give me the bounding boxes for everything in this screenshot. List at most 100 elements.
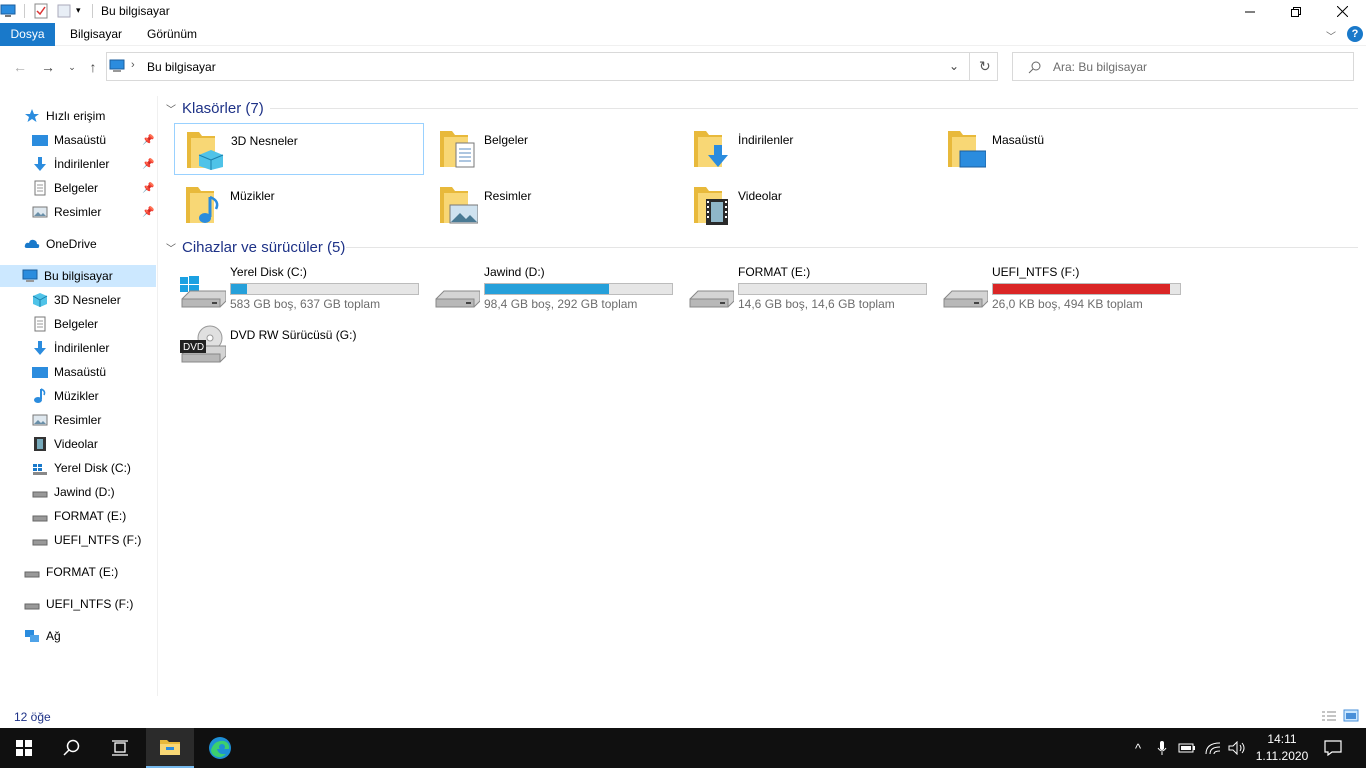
film-icon	[34, 437, 46, 451]
drive-usage-bar	[992, 283, 1181, 295]
group-header-folders[interactable]: ﹀ Klasörler (7)	[166, 98, 264, 118]
folder-downloads[interactable]: İndirilenler	[682, 123, 932, 175]
tab-bilgisayar[interactable]: Bilgisayar	[58, 23, 134, 46]
chevron-down-icon: ﹀	[166, 243, 176, 255]
status-bar: 12 öğe	[0, 706, 1366, 728]
title-bar: ▾ Bu bilgisayar	[0, 0, 1366, 23]
help-icon[interactable]: ?	[1347, 26, 1363, 42]
microphone-icon[interactable]	[1152, 728, 1172, 768]
close-icon	[1336, 6, 1348, 17]
taskbar-clock[interactable]: 14:11 1.11.2020	[1250, 731, 1314, 765]
search-button[interactable]	[48, 728, 96, 768]
minimize-icon	[1245, 11, 1255, 12]
sidebar-item-uefi-f[interactable]: UEFI_NTFS (F:)	[24, 593, 133, 615]
tab-dosya[interactable]: Dosya	[0, 23, 55, 46]
drive-f[interactable]: UEFI_NTFS (F:) 26,0 KB boş, 494 KB topla…	[936, 265, 1186, 313]
ribbon-expand-icon[interactable]: ﹀	[1326, 28, 1336, 43]
document-icon	[34, 180, 46, 196]
minimize-button[interactable]	[1227, 0, 1273, 23]
drive-usage-fill	[485, 284, 609, 294]
desktop-icon	[32, 367, 48, 378]
address-dropdown-icon[interactable]: ⌄	[949, 59, 959, 73]
ribbon-tabs: Dosya Bilgisayar Görünüm ﹀ ?	[0, 23, 1366, 46]
properties-icon[interactable]	[33, 3, 49, 19]
sidebar-item-drive-f[interactable]: UEFI_NTFS (F:)	[32, 529, 141, 551]
sidebar-item-quick-access[interactable]: Hızlı erişim	[24, 105, 105, 127]
sidebar-item-onedrive[interactable]: OneDrive	[24, 233, 97, 255]
sidebar-item-drive-d[interactable]: Jawind (D:)	[32, 481, 115, 503]
drive-dvd-g[interactable]: DVD DVD RW Sürücüsü (G:)	[174, 325, 424, 376]
drive-c[interactable]: Yerel Disk (C:) 583 GB boş, 637 GB topla…	[174, 265, 424, 313]
forward-button[interactable]: →	[38, 58, 58, 76]
folder-videos[interactable]: Videolar	[682, 179, 932, 231]
sidebar-item-drive-c[interactable]: Yerel Disk (C:)	[32, 457, 131, 479]
file-explorer-window: ▾ Bu bilgisayar Dosya Bilgisayar Görünüm…	[0, 0, 1366, 728]
item-count: 12 öğe	[14, 710, 51, 724]
download-arrow-icon	[34, 157, 46, 171]
sidebar-item-documents[interactable]: Belgeler	[32, 177, 98, 199]
refresh-button[interactable]: ↻	[979, 58, 991, 75]
cube-icon	[32, 293, 48, 307]
sidebar-item-desktop[interactable]: Masaüstü	[32, 361, 106, 383]
picture-icon	[32, 414, 48, 426]
folder-desktop[interactable]: Masaüstü	[936, 123, 1186, 175]
drive-d[interactable]: Jawind (D:) 98,4 GB boş, 292 GB toplam	[428, 265, 678, 313]
windows-drive-icon	[33, 464, 47, 475]
action-center-button[interactable]	[1318, 728, 1348, 768]
search-input[interactable]: Ara: Bu bilgisayar	[1053, 60, 1147, 74]
sidebar-item-downloads[interactable]: İndirilenler	[32, 153, 109, 175]
breadcrumb-separator-icon[interactable]: ›	[131, 59, 135, 71]
volume-icon[interactable]	[1226, 728, 1248, 768]
sidebar-item-3d-objects[interactable]: 3D Nesneler	[32, 289, 121, 311]
sidebar-item-music[interactable]: Müzikler	[32, 385, 99, 407]
large-icons-view-icon[interactable]	[1343, 709, 1359, 723]
sidebar-item-videos[interactable]: Videolar	[32, 433, 98, 455]
folder-documents-icon	[440, 131, 475, 168]
details-view-icon[interactable]	[1321, 710, 1337, 723]
quick-access-dropdown[interactable]: ▾	[76, 5, 81, 16]
back-button[interactable]: ←	[10, 58, 30, 76]
taskbar-file-explorer[interactable]	[146, 728, 194, 768]
search-box[interactable]: Ara: Bu bilgisayar	[1012, 52, 1354, 81]
sidebar-item-pictures[interactable]: Resimler	[32, 409, 101, 431]
hard-drive-icon	[24, 603, 40, 610]
close-button[interactable]	[1319, 0, 1365, 23]
star-icon	[25, 109, 39, 122]
pin-icon: 📌	[142, 159, 155, 170]
drive-e[interactable]: FORMAT (E:) 14,6 GB boş, 14,6 GB toplam	[682, 265, 932, 313]
start-button[interactable]	[0, 728, 48, 768]
download-arrow-icon	[34, 341, 46, 355]
tab-gorunum[interactable]: Görünüm	[135, 23, 209, 46]
folder-pictures[interactable]: Resimler	[428, 179, 678, 231]
taskbar-edge[interactable]	[196, 728, 244, 768]
folder-3d-objects[interactable]: 3D Nesneler	[174, 123, 424, 175]
sidebar-item-desktop[interactable]: Masaüstü	[32, 129, 106, 151]
wifi-icon[interactable]	[1202, 728, 1224, 768]
recent-locations-icon[interactable]: ⌄	[62, 58, 82, 76]
sidebar-item-downloads[interactable]: İndirilenler	[32, 337, 109, 359]
picture-icon	[32, 206, 48, 218]
search-icon	[1028, 61, 1041, 74]
task-view-button[interactable]	[96, 728, 144, 768]
sidebar-item-documents[interactable]: Belgeler	[32, 313, 98, 335]
sidebar-item-network[interactable]: Ağ	[24, 625, 61, 647]
sidebar-item-format-e[interactable]: FORMAT (E:)	[24, 561, 118, 583]
new-folder-icon[interactable]	[56, 3, 72, 19]
clock-time: 14:11	[1267, 732, 1297, 746]
restore-button[interactable]	[1273, 0, 1319, 23]
sidebar-item-this-pc[interactable]: Bu bilgisayar	[0, 265, 156, 287]
folder-music[interactable]: Müzikler	[174, 179, 424, 231]
group-header-devices[interactable]: ﹀ Cihazlar ve sürücüler (5)	[166, 237, 345, 257]
folder-documents[interactable]: Belgeler	[428, 123, 678, 175]
address-bar[interactable]: › Bu bilgisayar ⌄ ↻	[106, 52, 998, 81]
breadcrumb[interactable]: Bu bilgisayar	[147, 60, 216, 74]
folder-music-icon	[186, 187, 219, 223]
sidebar-item-pictures[interactable]: Resimler	[32, 201, 101, 223]
sidebar-item-drive-e[interactable]: FORMAT (E:)	[32, 505, 126, 527]
up-button[interactable]: ↑	[83, 58, 103, 76]
hard-drive-icon	[32, 515, 48, 522]
drive-usage-fill	[231, 284, 247, 294]
computer-icon	[109, 59, 125, 72]
battery-icon[interactable]	[1176, 728, 1198, 768]
show-hidden-icons-button[interactable]: ^	[1128, 728, 1148, 768]
